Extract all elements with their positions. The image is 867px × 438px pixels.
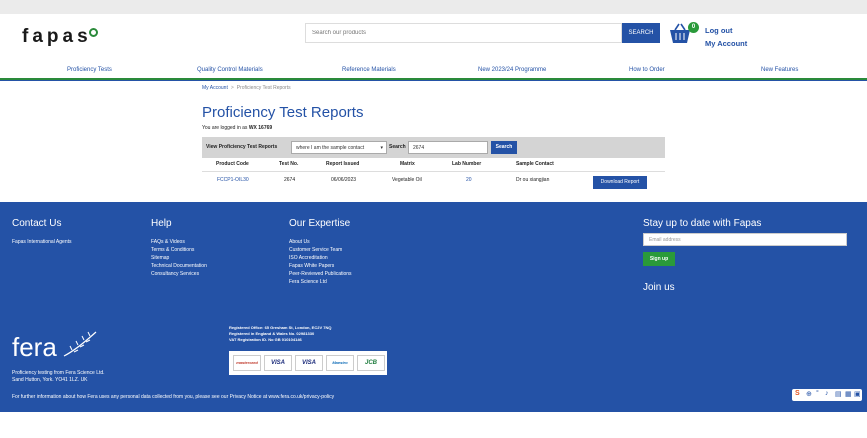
site-footer: Contact Us Fapas International Agents He…	[0, 202, 867, 412]
page-bottom	[0, 412, 867, 438]
breadcrumb-current: Proficiency Test Reports	[236, 85, 291, 91]
report-search-input[interactable]: 2674	[408, 141, 488, 154]
footer-link-agents[interactable]: Fapas International Agents	[12, 238, 72, 246]
payment-cards: mastercard VISA VISA Maestro JCB	[229, 351, 387, 375]
footer-link-iso[interactable]: ISO Accreditation	[289, 254, 352, 262]
ime-toolbar[interactable]: S ⊕ ° ♪ ▤ ▦ ▣	[792, 389, 862, 401]
product-search-input[interactable]	[305, 23, 622, 43]
footer-link-consultancy[interactable]: Consultancy Services	[151, 270, 207, 278]
ime-logo-icon[interactable]: S	[795, 390, 800, 397]
download-report-button[interactable]: Download Report	[593, 176, 647, 189]
footer-link-technical-docs[interactable]: Technical Documentation	[151, 262, 207, 270]
logout-link[interactable]: Log out	[705, 24, 747, 37]
col-header-test-no: Test No.	[279, 161, 299, 167]
mastercard-icon: mastercard	[233, 355, 261, 371]
microphone-icon[interactable]: ♪	[825, 390, 829, 397]
footer-newsletter-heading: Stay up to date with Fapas	[643, 218, 762, 229]
page-title: Proficiency Test Reports	[202, 104, 364, 121]
cart-count-badge: 0	[688, 22, 699, 33]
footer-contact-heading: Contact Us	[12, 218, 62, 229]
cell-matrix: Vegetable Oil	[392, 177, 422, 183]
join-us-heading: Join us	[643, 282, 675, 293]
maestro-icon: Maestro	[326, 355, 354, 371]
keyboard-icon[interactable]: ▤	[835, 390, 842, 398]
nav-new-programme[interactable]: New 2023/24 Programme	[478, 67, 546, 73]
main-nav: Proficiency Tests Quality Control Materi…	[0, 64, 867, 78]
visa-icon: VISA	[264, 355, 292, 371]
footer-help-list: FAQs & Videos Terms & Conditions Sitemap…	[151, 238, 207, 278]
jcb-icon: JCB	[357, 355, 385, 371]
ime-lang-icon[interactable]: ⊕	[806, 390, 812, 398]
product-search-button[interactable]: SEARCH	[622, 23, 660, 43]
footer-link-white-papers[interactable]: Fapas White Papers	[289, 262, 352, 270]
footer-link-fera[interactable]: Fera Science Ltd	[289, 278, 352, 286]
ime-punct-icon[interactable]: °	[816, 390, 819, 397]
cell-lab-number[interactable]: 20	[466, 177, 472, 183]
logged-in-user: WX 16769	[248, 125, 273, 131]
filter-label: View Proficiency Test Reports	[206, 144, 278, 150]
contact-filter-select[interactable]: where I am the sample contact ▾	[291, 141, 387, 154]
footer-link-about[interactable]: About Us	[289, 238, 352, 246]
nav-quality-control-materials[interactable]: Quality Control Materials	[197, 67, 263, 73]
account-links: Log out My Account	[705, 24, 747, 50]
ime-grid-icon[interactable]: ▣	[854, 390, 861, 398]
registration-info: Registered Office: 65 Gresham St, London…	[229, 325, 332, 342]
cell-test-no: 2674	[284, 177, 296, 183]
fera-logo-text: fera	[12, 332, 57, 362]
newsletter-email-input[interactable]: Email address	[643, 233, 847, 246]
my-account-link[interactable]: My Account	[705, 37, 747, 50]
nav-proficiency-tests[interactable]: Proficiency Tests	[67, 67, 112, 73]
cell-product-code[interactable]: FCCP1-OIL30	[217, 177, 249, 183]
newsletter-signup-button[interactable]: Sign up	[643, 252, 675, 266]
col-header-product-code: Product Code	[216, 161, 249, 167]
report-search-label: Search	[389, 144, 406, 150]
logged-in-status: You are logged in as WX 16769	[202, 125, 273, 131]
footer-help-heading: Help	[151, 218, 172, 229]
chevron-down-icon: ▾	[380, 145, 383, 151]
report-search-button[interactable]: Search	[491, 141, 517, 154]
footer-expertise-list: About Us Customer Service Team ISO Accre…	[289, 238, 352, 286]
cell-report-issued: 06/06/2023	[331, 177, 357, 183]
site-header: fapas SEARCH 0 Log out My Account	[0, 14, 867, 64]
nav-divider-blue	[0, 80, 867, 81]
footer-link-terms[interactable]: Terms & Conditions	[151, 246, 207, 254]
report-filter-bar: View Proficiency Test Reports where I am…	[202, 137, 665, 158]
cell-sample-contact: Dr ou xiangjian	[516, 177, 550, 183]
footer-link-publications[interactable]: Peer-Reviewed Publications	[289, 270, 352, 278]
fera-caption: Proficiency testing from Fera Science Lt…	[12, 370, 105, 383]
nav-new-features[interactable]: New Features	[761, 67, 798, 73]
footer-link-sitemap[interactable]: Sitemap	[151, 254, 207, 262]
col-header-report-issued: Report Issued	[326, 161, 360, 167]
fapas-logo[interactable]: fapas	[22, 26, 98, 48]
footer-expertise-heading: Our Expertise	[289, 218, 351, 229]
col-header-sample-contact: Sample Contact	[516, 161, 554, 167]
breadcrumb: My Account > Proficiency Test Reports	[202, 85, 291, 91]
privacy-notice: For further information about how Fera u…	[12, 394, 335, 400]
logo-ring-icon	[88, 28, 98, 37]
footer-contact-list: Fapas International Agents	[12, 238, 72, 246]
breadcrumb-separator: >	[230, 85, 234, 91]
breadcrumb-my-account[interactable]: My Account	[202, 85, 228, 91]
browser-top-strip	[0, 0, 867, 14]
nav-reference-materials[interactable]: Reference Materials	[342, 67, 396, 73]
ime-menu-icon[interactable]: ▦	[845, 390, 852, 398]
fera-logo[interactable]: fera	[12, 328, 102, 364]
footer-link-faqs[interactable]: FAQs & Videos	[151, 238, 207, 246]
visa-electron-icon: VISA	[295, 355, 323, 371]
col-header-matrix: Matrix	[400, 161, 415, 167]
footer-link-customer-service[interactable]: Customer Service Team	[289, 246, 352, 254]
table-header-divider	[202, 171, 665, 172]
nav-how-to-order[interactable]: How to Order	[629, 67, 665, 73]
col-header-lab-number: Lab Number	[452, 161, 482, 167]
